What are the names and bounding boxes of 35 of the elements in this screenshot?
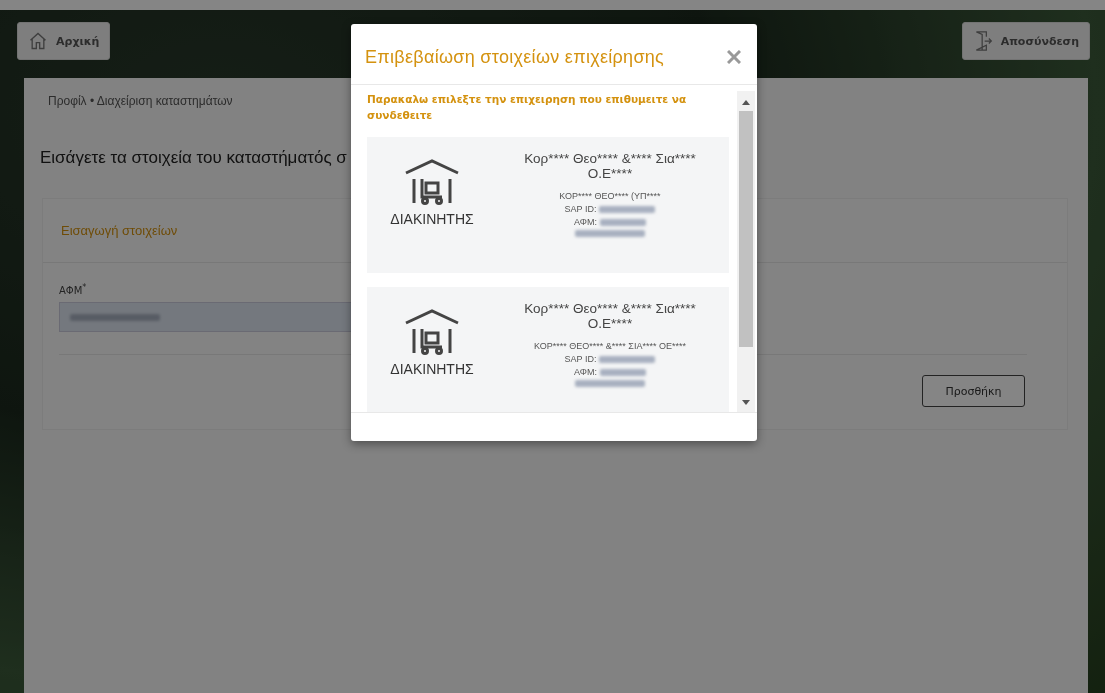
business-name: Κορ**** Θεο**** &**** Σια**** Ο.Ε**** — [523, 301, 697, 331]
business-card[interactable]: ΔΙΑΚΙΝΗΤΗΣ Κορ**** Θεο**** &**** Σια**** Ο.Ε**** ΚΟΡ**** ΘΕΟ**** (ΥΠ**** SAP ID: ΑΦΜ: — [367, 137, 729, 273]
role-label: ΔΙΑΚΙΝΗΤΗΣ — [390, 361, 474, 377]
scrollbar-thumb[interactable] — [739, 111, 753, 347]
home-icon — [28, 31, 48, 51]
scrollbar[interactable] — [737, 91, 755, 412]
redacted-value — [599, 218, 646, 226]
warehouse-trolley-icon — [404, 309, 460, 357]
logout-button[interactable]: Αποσύνδεση — [961, 22, 1090, 60]
redacted-value — [575, 380, 645, 387]
scroll-up-icon[interactable] — [742, 99, 750, 105]
warehouse-trolley-icon — [404, 159, 460, 207]
legal-name: ΚΟΡ**** ΘΕΟ**** &**** ΣΙΑ**** ΟΕ**** — [534, 341, 686, 351]
business-card[interactable]: ΔΙΑΚΙΝΗΤΗΣ Κορ**** Θεο**** &**** Σια**** Ο.Ε**** ΚΟΡ**** ΘΕΟ**** &**** ΣΙΑ**** ΟΕ**** SAP ID: ΑΦΜ: — [367, 287, 729, 412]
sap-id-label: SAP ID: — [564, 204, 597, 214]
tax-id-label: ΑΦΜ: — [574, 367, 597, 377]
redacted-value — [599, 368, 646, 376]
dialog-title: Επιβεβαίωση στοιχείων επιχείρησης — [365, 46, 665, 68]
add-button[interactable]: Προσθήκη — [922, 375, 1025, 408]
role-label: ΔΙΑΚΙΝΗΤΗΣ — [390, 211, 474, 227]
business-name: Κορ**** Θεο**** &**** Σια**** Ο.Ε**** — [523, 151, 697, 181]
home-button[interactable]: Αρχική — [17, 22, 111, 60]
sap-id-label: SAP ID: — [564, 354, 597, 364]
close-icon — [727, 50, 741, 64]
instruction-text: Παρακαλω επιλεξτε την επιχειρηση που επιθυμειτε να συνδεθειτε — [367, 92, 688, 123]
legal-name: ΚΟΡ**** ΘΕΟ**** (ΥΠ**** — [559, 191, 661, 201]
close-button[interactable] — [727, 50, 741, 64]
page-heading: Εισάγετε τα στοιχεία του καταστήματός σ — [40, 148, 347, 168]
scroll-down-icon[interactable] — [742, 400, 750, 406]
tax-id-label: ΑΦΜ: — [574, 217, 597, 227]
redacted-value — [599, 355, 656, 363]
field-label: ΑΦΜ$^{*}$ — [59, 283, 87, 297]
redacted-value — [575, 230, 645, 237]
breadcrumb: Προφίλ • Διαχείριση καταστημάτων — [48, 94, 233, 108]
redacted-value — [599, 205, 656, 213]
